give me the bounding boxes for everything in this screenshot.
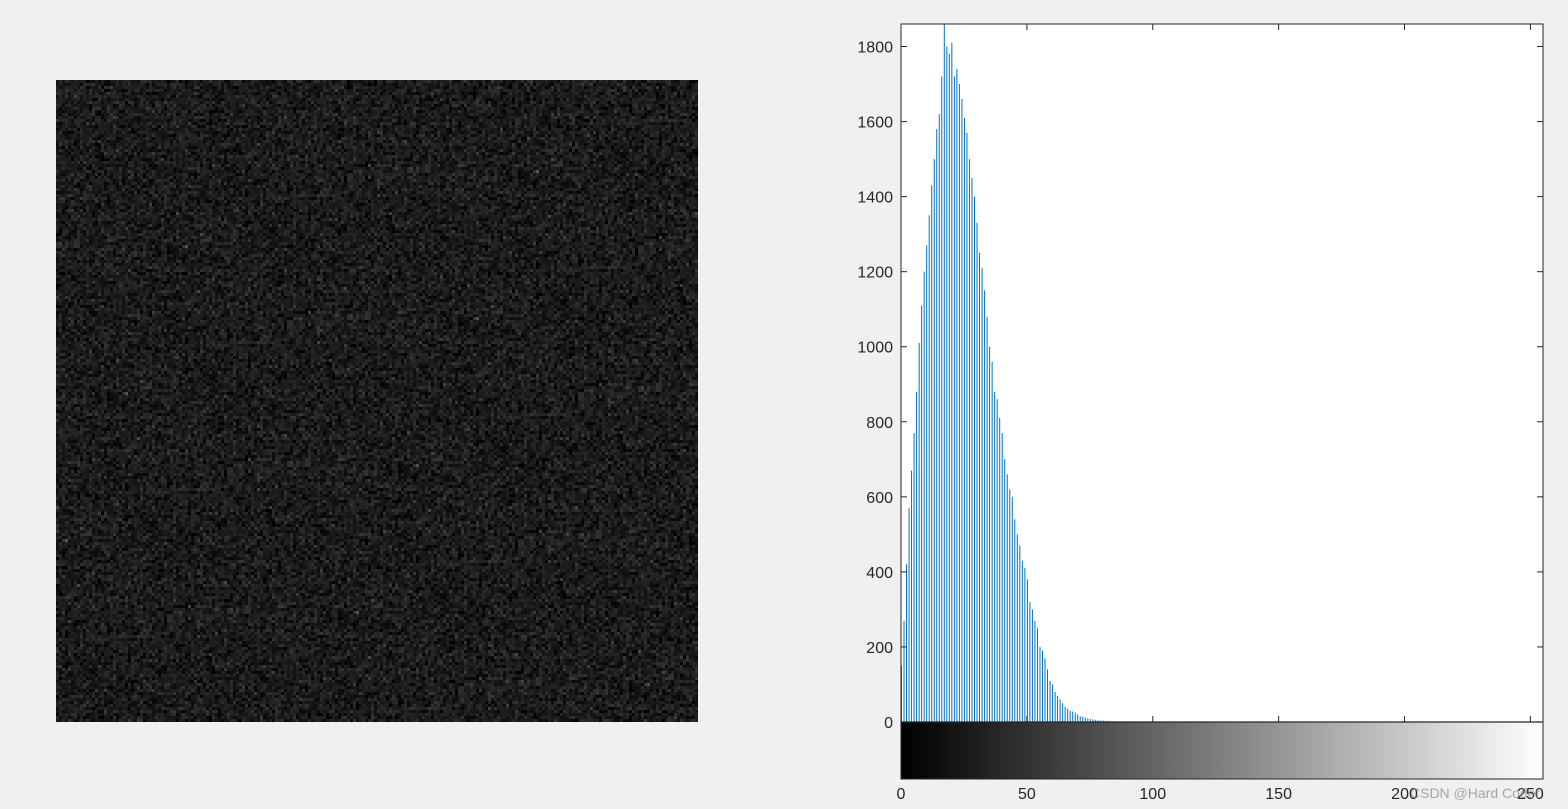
y-tick-label: 600 xyxy=(866,490,893,507)
x-tick-label: 100 xyxy=(1139,786,1166,803)
y-tick-label: 200 xyxy=(866,640,893,657)
matlab-figure: 0 200 400 600 800 1000 1200 1400 1600 1800 0 50 100 1… xyxy=(0,0,1568,809)
y-tick-label: 400 xyxy=(866,565,893,582)
y-tick-label: 1000 xyxy=(857,340,893,357)
y-tick-label: 1800 xyxy=(857,40,893,57)
x-tick-label: 150 xyxy=(1265,786,1292,803)
histogram-chart: 0 200 400 600 800 1000 1200 1400 1600 1800 0 50 100 1… xyxy=(857,23,1544,803)
y-tick-label: 0 xyxy=(884,715,893,732)
x-tick-label: 0 xyxy=(897,786,906,803)
y-tick-label: 1200 xyxy=(857,265,893,282)
watermark-text: CSDN @Hard Coder xyxy=(1410,785,1541,801)
y-tick-label: 800 xyxy=(866,415,893,432)
y-tick-label: 1600 xyxy=(857,115,893,132)
grayscale-colorbar xyxy=(901,722,1543,779)
y-tick-label: 1400 xyxy=(857,190,893,207)
x-tick-label: 50 xyxy=(1018,786,1036,803)
